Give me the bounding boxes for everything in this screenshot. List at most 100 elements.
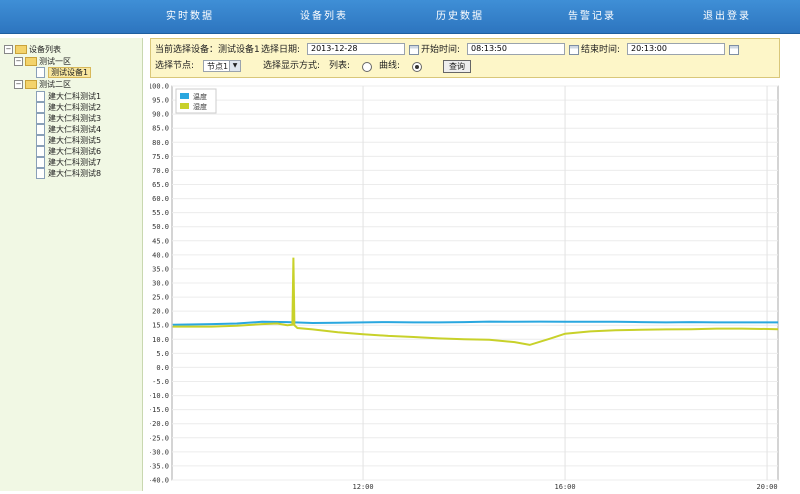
device-label: 建大仁科测试4: [48, 125, 102, 134]
device-label: 测试设备1: [48, 67, 92, 78]
y-tick-label: 10.0: [152, 336, 169, 344]
file-icon: [36, 113, 45, 124]
legend-swatch: [180, 93, 189, 99]
y-tick-label: 65.0: [152, 181, 169, 189]
y-tick-label: 100.0: [150, 83, 169, 91]
x-tick-label: 16:00: [555, 483, 576, 491]
tree-device-item[interactable]: 建大仁科测试8: [36, 168, 101, 179]
tree-device-item[interactable]: 测试设备1: [36, 67, 92, 78]
tree-zone-1[interactable]: − 测试一区: [14, 56, 71, 67]
x-tick-label: 20:00: [757, 483, 778, 491]
file-icon: [36, 67, 45, 78]
y-tick-label: 75.0: [152, 153, 169, 161]
device-label: 建大仁科测试5: [48, 136, 102, 145]
nav-logout[interactable]: 退出登录: [703, 0, 751, 33]
y-tick-label: 80.0: [152, 139, 169, 147]
collapse-icon[interactable]: −: [14, 80, 23, 89]
y-tick-label: 30.0: [152, 280, 169, 288]
y-tick-label: 95.0: [152, 97, 169, 105]
tree-device-item[interactable]: 建大仁科测试3: [36, 113, 101, 124]
tree-device-item[interactable]: 建大仁科测试1: [36, 91, 101, 102]
device-label: 建大仁科测试1: [48, 92, 102, 101]
folder-icon: [25, 57, 37, 66]
file-icon: [36, 102, 45, 113]
calendar-icon[interactable]: [409, 45, 419, 55]
y-tick-label: 0.0: [156, 364, 169, 372]
y-tick-label: -15.0: [150, 406, 169, 414]
y-tick-label: 35.0: [152, 265, 169, 273]
tree-device-item[interactable]: 建大仁科测试7: [36, 157, 101, 168]
nav-realtime-data[interactable]: 实时数据: [166, 0, 214, 33]
y-tick-label: 70.0: [152, 167, 169, 175]
y-tick-label: 85.0: [152, 125, 169, 133]
collapse-icon[interactable]: −: [4, 45, 13, 54]
radio-selected-dot: [415, 65, 419, 69]
date-input[interactable]: [307, 43, 405, 55]
y-tick-label: 60.0: [152, 195, 169, 203]
tree-device-item[interactable]: 建大仁科测试4: [36, 124, 101, 135]
y-tick-label: -30.0: [150, 448, 169, 456]
top-nav-bar: 实时数据 设备列表 历史数据 告警记录 退出登录: [0, 0, 800, 34]
end-time-label: 结束时间:: [581, 45, 621, 55]
current-device-label: 当前选择设备：测试设备1: [155, 45, 260, 55]
file-icon: [36, 157, 45, 168]
y-tick-label: 55.0: [152, 209, 169, 217]
list-mode-label: 列表:: [329, 61, 351, 71]
file-icon: [36, 135, 45, 146]
device-label: 建大仁科测试7: [48, 158, 102, 167]
tree-device-item[interactable]: 建大仁科测试6: [36, 146, 101, 157]
file-icon: [36, 168, 45, 179]
file-icon: [36, 91, 45, 102]
tree-device-item[interactable]: 建大仁科测试5: [36, 135, 101, 146]
y-tick-label: 50.0: [152, 223, 169, 231]
node-select-value: 节点1: [207, 62, 229, 71]
device-label: 建大仁科测试3: [48, 114, 102, 123]
y-tick-label: -35.0: [150, 462, 169, 470]
y-tick-label: 25.0: [152, 294, 169, 302]
start-time-input[interactable]: [467, 43, 565, 55]
history-chart: 100.0 95.0 90.0 85.0 80.0 75.0 70.0 65.0 60.0 55.…: [148, 80, 782, 491]
y-tick-label: -5.0: [152, 378, 169, 386]
start-time-label: 开始时间:: [421, 45, 461, 55]
tree-root-label: 设备列表: [29, 45, 61, 54]
nav-history-data[interactable]: 历史数据: [436, 0, 484, 33]
file-icon: [36, 146, 45, 157]
curve-mode-radio[interactable]: [412, 62, 422, 72]
y-tick-label: 45.0: [152, 237, 169, 245]
tree-root[interactable]: − 设备列表: [4, 44, 61, 55]
y-tick-label: -25.0: [150, 434, 169, 442]
legend-label: 温度: [193, 92, 207, 101]
x-tick-label: 12:00: [353, 483, 374, 491]
legend-swatch: [180, 103, 189, 109]
y-tick-label: 20.0: [152, 308, 169, 316]
display-mode-label: 选择显示方式:: [263, 61, 321, 71]
y-tick-label: -40.0: [150, 477, 169, 485]
end-time-input[interactable]: [627, 43, 725, 55]
node-label: 选择节点:: [155, 61, 195, 71]
tree-device-item[interactable]: 建大仁科测试2: [36, 102, 101, 113]
device-label: 建大仁科测试6: [48, 147, 102, 156]
node-select[interactable]: 节点1 ▼: [203, 60, 241, 72]
folder-icon: [15, 45, 27, 54]
file-icon: [36, 124, 45, 135]
curve-mode-label: 曲线:: [379, 61, 401, 71]
line-chart-svg: 100.0 95.0 90.0 85.0 80.0 75.0 70.0 65.0 60.0 55.…: [148, 83, 779, 491]
y-tick-label: 15.0: [152, 322, 169, 330]
calendar-icon[interactable]: [569, 45, 579, 55]
nav-device-list[interactable]: 设备列表: [300, 0, 348, 33]
device-tree-sidebar: − 设备列表 − 测试一区 测试设备1 − 测试二区 建大仁科测试1 建大仁科测试2 …: [0, 38, 143, 491]
query-panel: 当前选择设备：测试设备1 选择日期: 开始时间: 结束时间: 选择节点: 节点1…: [150, 38, 780, 78]
chevron-down-icon: ▼: [229, 61, 240, 71]
date-label: 选择日期:: [261, 45, 301, 55]
zone-label: 测试二区: [39, 80, 71, 89]
calendar-icon[interactable]: [729, 45, 739, 55]
y-tick-label: -20.0: [150, 420, 169, 428]
tree-zone-2[interactable]: − 测试二区: [14, 79, 71, 90]
list-mode-radio[interactable]: [362, 62, 372, 72]
device-label: 建大仁科测试8: [48, 169, 102, 178]
folder-icon: [25, 80, 37, 89]
collapse-icon[interactable]: −: [14, 57, 23, 66]
y-tick-label: 90.0: [152, 111, 169, 119]
query-button[interactable]: 查询: [443, 60, 471, 73]
nav-alarm-records[interactable]: 告警记录: [568, 0, 616, 33]
